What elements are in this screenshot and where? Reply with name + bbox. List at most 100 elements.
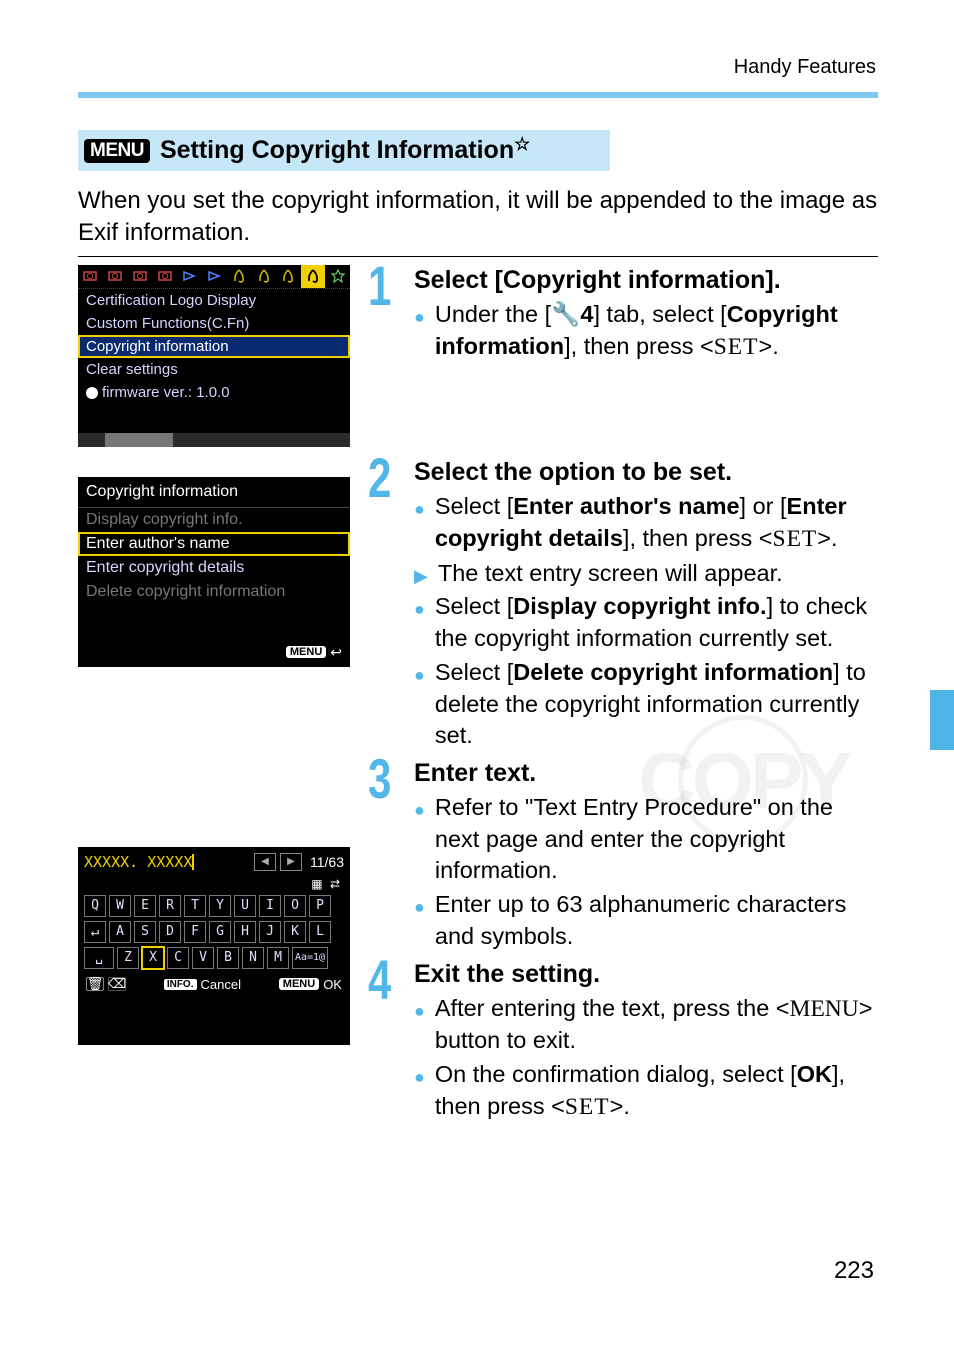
intro-paragraph: When you set the copyright information, …: [78, 185, 878, 257]
menu-back-indicator: MENU ↩: [286, 644, 342, 661]
step-number: 2: [368, 445, 391, 510]
menu1-item: Custom Functions(C.Fn): [78, 312, 350, 335]
keyboard-key[interactable]: B: [217, 947, 239, 969]
dot-bullet-icon: ●: [414, 497, 425, 555]
input-mode-icons: ▦ ⇄: [78, 877, 350, 895]
submenu-title: Copyright information: [78, 477, 350, 507]
space-key[interactable]: ␣: [84, 947, 114, 969]
keyboard-key[interactable]: S: [134, 921, 156, 943]
menu2-option: Enter copyright details: [78, 556, 350, 580]
keyboard-key[interactable]: E: [134, 895, 156, 917]
keyboard-key[interactable]: Y: [209, 895, 231, 917]
keyboard-key[interactable]: P: [309, 895, 331, 917]
step-number: 1: [368, 253, 391, 318]
keyboard-key[interactable]: R: [159, 895, 181, 917]
keyboard-key[interactable]: M: [267, 947, 289, 969]
instruction-step: 4Exit the setting.●After entering the te…: [368, 959, 878, 1124]
bullet-text: Refer to "Text Entry Procedure" on the n…: [435, 792, 878, 887]
side-tab-indicator: [930, 690, 954, 750]
menu2-option: Display copyright info.: [78, 508, 350, 532]
step-bullet: ●After entering the text, press the <MEN…: [414, 993, 878, 1057]
step-bullet: ▶ The text entry screen will appear.: [414, 558, 878, 590]
menu2-option: Delete copyright information: [78, 580, 350, 604]
dot-bullet-icon: ●: [414, 1065, 425, 1123]
step-title: Enter text.: [414, 758, 878, 788]
keyboard-key[interactable]: H: [234, 921, 256, 943]
keyboard-key[interactable]: O: [284, 895, 306, 917]
keyboard-key[interactable]: V: [192, 947, 214, 969]
menu-ok-button[interactable]: MENU OK: [279, 977, 342, 992]
step-bullet: ●Select [Display copyright info.] to che…: [414, 591, 878, 654]
keyboard-key[interactable]: G: [209, 921, 231, 943]
step-title: Select the option to be set.: [414, 457, 878, 487]
dot-bullet-icon: ●: [414, 597, 425, 654]
cursor-left-button[interactable]: ◀: [254, 853, 276, 871]
cursor-right-button[interactable]: ▶: [280, 853, 302, 871]
bullet-text: The text entry screen will appear.: [438, 558, 878, 590]
bullet-text: Select [Delete copyright information] to…: [435, 657, 878, 752]
keyboard-key[interactable]: C: [167, 947, 189, 969]
instruction-step: 3Enter text.●Refer to "Text Entry Proced…: [368, 758, 878, 953]
keyboard-key[interactable]: F: [184, 921, 206, 943]
char-counter: 11/63: [310, 854, 344, 870]
step-bullet: ●Enter up to 63 alphanumeric characters …: [414, 889, 878, 952]
wrench-4-tab: [301, 265, 326, 288]
chapter-header: Handy Features: [734, 56, 876, 79]
section-title-text: Setting Copyright Information☆: [160, 136, 530, 165]
instruction-step: 1Select [Copyright information].●Under t…: [368, 265, 878, 363]
step-bullet: ●Under the [🔧4] tab, select [Copyright i…: [414, 299, 878, 363]
camera-screen-setup-menu: Certification Logo DisplayCustom Functio…: [78, 265, 350, 447]
step-number: 4: [368, 947, 391, 1012]
menu2-option: Enter author's name: [78, 532, 350, 556]
keyboard-key[interactable]: K: [284, 921, 306, 943]
menu1-item: Copyright information: [78, 335, 350, 358]
bullet-text: Select [Enter author's name] or [Enter c…: [435, 491, 878, 555]
keyboard-key[interactable]: Z: [117, 947, 139, 969]
dot-bullet-icon: ●: [414, 305, 425, 363]
step-number: 3: [368, 746, 391, 811]
instruction-step: 2Select the option to be set.●Select [En…: [368, 457, 878, 752]
keyboard-key[interactable]: N: [242, 947, 264, 969]
camera-screen-copyright-menu: Copyright information Display copyright …: [78, 477, 350, 667]
info-cancel-button[interactable]: INFO. Cancel: [164, 977, 241, 992]
dot-bullet-icon: ●: [414, 895, 425, 952]
keyboard-key[interactable]: W: [109, 895, 131, 917]
text-entry-value: XXXXX. XXXXX: [84, 853, 250, 871]
step-title: Exit the setting.: [414, 959, 878, 989]
keyboard-key[interactable]: D: [159, 921, 181, 943]
step-bullet: ●Select [Delete copyright information] t…: [414, 657, 878, 752]
keyboard-key[interactable]: A: [109, 921, 131, 943]
header-divider: [78, 92, 878, 98]
keyboard-key[interactable]: X: [142, 947, 164, 969]
menu1-item: firmware ver.: 1.0.0: [78, 381, 350, 404]
delete-char-button[interactable]: 🗑⌫: [86, 977, 126, 991]
keyboard-key[interactable]: T: [184, 895, 206, 917]
bullet-text: Select [Display copyright info.] to chec…: [435, 591, 878, 654]
star-icon: ☆: [514, 134, 530, 154]
keyboard-key[interactable]: L: [309, 921, 331, 943]
camera-screen-text-entry: XXXXX. XXXXX ◀ ▶ 11/63 ▦ ⇄ QWERTYUIOP ↵AS…: [78, 847, 350, 1045]
keyboard-key[interactable]: J: [259, 921, 281, 943]
keyboard-key[interactable]: Q: [84, 895, 106, 917]
keyboard-key[interactable]: I: [259, 895, 281, 917]
keyboard-key[interactable]: U: [234, 895, 256, 917]
bullet-text: On the confirmation dialog, select [OK],…: [435, 1059, 878, 1123]
bullet-text: Under the [🔧4] tab, select [Copyright in…: [435, 299, 878, 363]
dot-bullet-icon: ●: [414, 798, 425, 887]
dot-bullet-icon: ●: [414, 663, 425, 752]
step-title: Select [Copyright information].: [414, 265, 878, 295]
menu1-item: Clear settings: [78, 358, 350, 381]
page-number: 223: [834, 1257, 874, 1285]
menu-badge-icon: MENU: [84, 139, 150, 163]
menu1-item: Certification Logo Display: [78, 289, 350, 312]
section-title-bar: MENU Setting Copyright Information☆: [78, 130, 610, 171]
bullet-text: After entering the text, press the <MENU…: [435, 993, 878, 1057]
bullet-text: Enter up to 63 alphanumeric characters a…: [435, 889, 878, 952]
mode-switch-key[interactable]: Aa=1@: [292, 947, 328, 969]
menu-tab-row: [78, 265, 350, 289]
enter-key[interactable]: ↵: [84, 921, 106, 943]
step-bullet: ●Select [Enter author's name] or [Enter …: [414, 491, 878, 555]
arrow-bullet-icon: ▶: [414, 564, 428, 590]
step-bullet: ●On the confirmation dialog, select [OK]…: [414, 1059, 878, 1123]
step-bullet: ●Refer to "Text Entry Procedure" on the …: [414, 792, 878, 887]
